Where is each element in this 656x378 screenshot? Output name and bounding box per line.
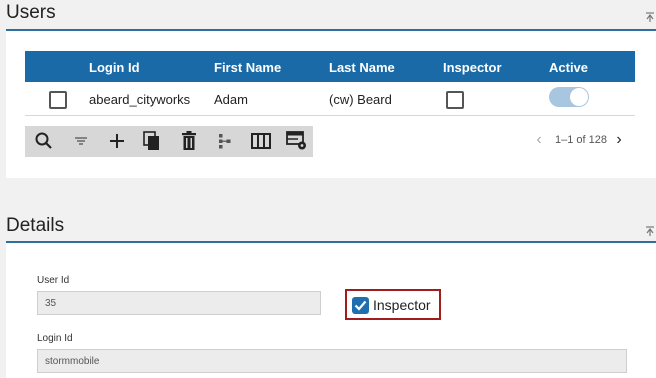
table-settings-icon[interactable] <box>285 129 309 153</box>
hierarchy-icon[interactable] <box>213 129 237 153</box>
cell-active-toggle[interactable] <box>549 87 589 107</box>
toggle-knob <box>570 88 588 106</box>
details-section-title: Details <box>6 215 65 236</box>
add-icon[interactable] <box>105 129 129 153</box>
login-id-field[interactable]: stormmobile <box>37 349 627 373</box>
pagination-text: 1–1 of 128 <box>555 134 607 146</box>
user-id-label: User Id <box>37 275 70 286</box>
inspector-label: Inspector <box>373 297 431 313</box>
cell-login-id: abeard_cityworks <box>89 92 191 107</box>
users-section-title: Users <box>6 2 56 23</box>
filter-icon[interactable] <box>69 129 93 153</box>
delete-icon[interactable] <box>177 129 201 153</box>
col-header-last-name[interactable]: Last Name <box>329 60 395 75</box>
search-icon[interactable] <box>32 129 56 153</box>
users-table-header: Login Id First Name Last Name Inspector … <box>25 51 635 82</box>
collapse-details-icon[interactable] <box>645 223 655 236</box>
chevron-right-icon[interactable]: › <box>612 131 626 149</box>
cell-last-name: (cw) Beard <box>329 92 392 107</box>
table-toolbar <box>25 126 313 157</box>
columns-icon[interactable] <box>249 129 273 153</box>
login-id-label: Login Id <box>37 333 73 344</box>
col-header-active[interactable]: Active <box>549 60 588 75</box>
cell-inspector-checkbox[interactable] <box>446 91 464 109</box>
collapse-users-icon[interactable] <box>645 9 655 22</box>
col-header-login-id[interactable]: Login Id <box>89 60 140 75</box>
inspector-checkbox-highlight[interactable]: Inspector <box>345 289 441 320</box>
user-id-field[interactable]: 35 <box>37 291 321 315</box>
cell-first-name: Adam <box>214 92 248 107</box>
row-select-checkbox[interactable] <box>49 91 67 109</box>
chevron-left-icon[interactable]: ‹ <box>532 131 546 149</box>
col-header-inspector[interactable]: Inspector <box>443 60 502 75</box>
table-row[interactable]: abeard_cityworks Adam (cw) Beard <box>25 82 635 116</box>
copy-icon[interactable] <box>140 129 164 153</box>
checkmark-icon[interactable] <box>352 297 369 314</box>
col-header-first-name[interactable]: First Name <box>214 60 281 75</box>
